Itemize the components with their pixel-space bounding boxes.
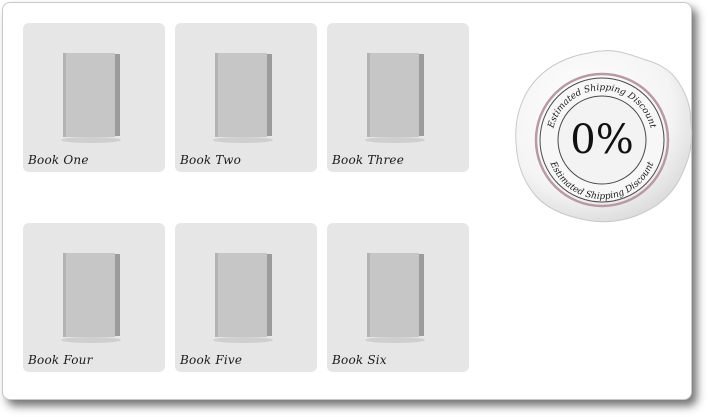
book-title: Book Four [28,353,93,367]
book-cover-image [213,253,273,343]
book-cover-image [365,253,425,343]
book-cover-image [213,53,273,143]
book-cover-image [365,53,425,143]
book-title: Book Six [332,353,387,367]
book-cover-image [61,53,121,143]
book-card[interactable]: Book Two [175,23,317,172]
book-title: Book One [28,153,89,167]
book-title: Book Three [332,153,405,167]
book-card[interactable]: Book Three [327,23,469,172]
book-title: Book Five [180,353,243,367]
shipping-discount-seal: Estimated Shipping Discount Estimated Sh… [515,50,693,223]
book-card[interactable]: Book Five [175,223,317,372]
book-card[interactable]: Book Six [327,223,469,372]
book-card[interactable]: Book One [23,23,165,172]
discount-value: 0% [570,117,633,163]
book-cover-image [61,253,121,343]
book-card[interactable]: Book Four [23,223,165,372]
product-panel: Book One Book Two Book Three Book Four B… [2,2,693,400]
book-title: Book Two [180,153,242,167]
